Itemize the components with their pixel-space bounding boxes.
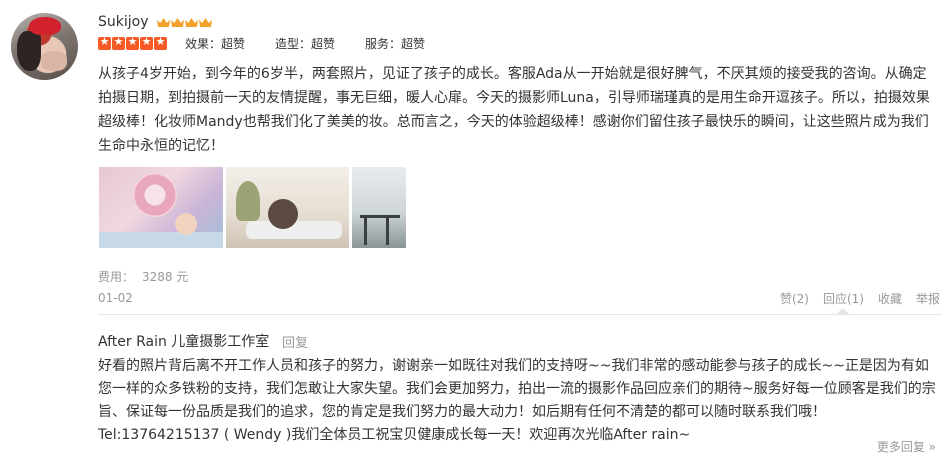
crown-icon bbox=[171, 15, 184, 27]
review-photo-2[interactable] bbox=[226, 167, 349, 248]
photo-flower-decoration bbox=[133, 173, 177, 217]
member-level-crowns bbox=[157, 15, 212, 27]
review-text: 从孩子4岁开始，到今年的6岁半，两套照片，见证了孩子的成长。客服Ada从一开始就… bbox=[98, 66, 930, 154]
score-style: 造型：超赞 bbox=[275, 37, 336, 51]
score-breakdown: 效果：超赞 造型：超赞 服务：超赞 bbox=[185, 35, 455, 52]
score-effect: 效果：超赞 bbox=[185, 37, 246, 51]
star-icon bbox=[98, 35, 111, 50]
reply-tag: 回复 bbox=[282, 336, 309, 351]
more-replies-link[interactable]: 更多回复 » bbox=[877, 438, 936, 455]
avatar-hand bbox=[41, 51, 67, 71]
review-photo-1[interactable] bbox=[99, 167, 223, 248]
crown-icon bbox=[199, 15, 212, 27]
rating-stars bbox=[98, 35, 167, 50]
reply-button[interactable]: 回应(1) bbox=[823, 290, 864, 307]
star-icon bbox=[126, 35, 139, 50]
reviewer-name[interactable]: Sukijoy bbox=[98, 14, 149, 30]
report-button[interactable]: 举报 bbox=[916, 290, 940, 307]
avatar[interactable] bbox=[11, 13, 78, 80]
like-button[interactable]: 赞(2) bbox=[780, 290, 809, 307]
merchant-reply-text: 好看的照片背后离不开工作人员和孩子的努力，谢谢亲一如既往对我们的支持呀~~我们非… bbox=[98, 358, 936, 443]
star-icon bbox=[112, 35, 125, 50]
photo-railing-post bbox=[364, 215, 367, 245]
photo-person bbox=[268, 199, 298, 229]
star-icon bbox=[140, 35, 153, 50]
crown-icon bbox=[185, 15, 198, 27]
merchant-name[interactable]: After Rain 儿童摄影工作室 bbox=[98, 331, 269, 351]
fee-label: 费用： bbox=[98, 270, 135, 284]
score-service: 服务：超赞 bbox=[365, 37, 426, 51]
fee: 费用： 3288 元 bbox=[98, 268, 188, 285]
favorite-button[interactable]: 收藏 bbox=[878, 290, 902, 307]
review-date: 01-02 bbox=[98, 291, 133, 305]
crown-icon bbox=[157, 15, 170, 27]
review-actions: 赞(2) 回应(1) 收藏 举报 bbox=[766, 290, 940, 307]
review-photo-3[interactable] bbox=[352, 167, 406, 248]
fee-value: 3288 元 bbox=[142, 270, 189, 284]
photo-floor bbox=[99, 232, 223, 248]
photo-railing-post bbox=[386, 215, 389, 245]
avatar-bow bbox=[29, 17, 61, 35]
divider bbox=[98, 314, 942, 315]
star-icon bbox=[154, 35, 167, 50]
review-photos bbox=[99, 167, 406, 248]
avatar-hair bbox=[17, 31, 41, 71]
photo-child bbox=[175, 213, 197, 235]
photo-plant bbox=[236, 181, 260, 221]
